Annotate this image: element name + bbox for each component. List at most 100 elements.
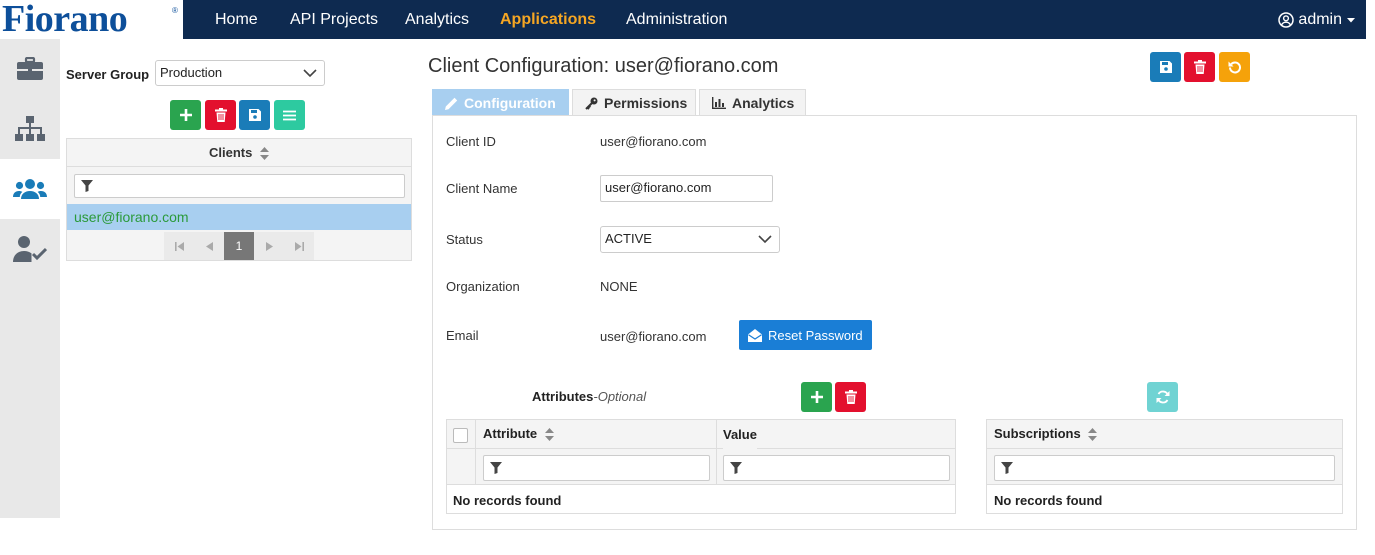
select-all-checkbox[interactable] — [453, 428, 468, 443]
trash-icon — [1193, 60, 1206, 74]
nav-analytics[interactable]: Analytics — [405, 0, 469, 39]
left-icon-sidebar — [0, 39, 60, 518]
sidebar-item-clients[interactable] — [0, 159, 60, 219]
attributes-empty-message: No records found — [453, 493, 562, 508]
client-name-input[interactable]: user@fiorano.com — [600, 175, 773, 202]
organization-label: Organization — [446, 279, 520, 294]
nav-api-projects[interactable]: API Projects — [290, 0, 378, 39]
logo-text: Fiorano — [2, 0, 128, 40]
sidebar-item-approvals[interactable] — [0, 219, 60, 279]
attributes-optional: -Optional — [593, 389, 647, 404]
server-group-value: Production — [160, 65, 223, 80]
status-label: Status — [446, 232, 483, 247]
subscriptions-column-header[interactable]: Subscriptions — [994, 420, 1098, 448]
clients-filter-input[interactable] — [74, 174, 405, 198]
chevron-down-icon — [303, 69, 317, 78]
plus-icon — [810, 391, 823, 403]
sidebar-item-projects[interactable] — [0, 39, 60, 99]
bar-chart-icon — [712, 97, 726, 109]
sort-icon — [544, 428, 554, 442]
save-icon — [248, 109, 261, 121]
subscriptions-empty-message: No records found — [994, 493, 1103, 508]
user-check-icon — [13, 236, 47, 262]
logo-registered-mark: ® — [172, 6, 178, 15]
subscriptions-grid: Subscriptions No records found — [986, 419, 1343, 514]
trash-icon — [844, 390, 857, 404]
save-client-button[interactable] — [239, 100, 270, 130]
fiorano-logo[interactable]: Fiorano ® — [0, 0, 183, 40]
tab-permissions-label: Permissions — [604, 94, 688, 111]
delete-config-button[interactable] — [1184, 52, 1215, 82]
attributes-title: Attributes-Optional — [532, 389, 646, 404]
nav-home[interactable]: Home — [215, 0, 258, 39]
last-page-icon — [294, 241, 304, 251]
prev-page-icon — [205, 241, 213, 251]
value-column-label: Value — [723, 427, 757, 442]
user-name: admin — [1298, 10, 1342, 28]
save-config-button[interactable] — [1150, 52, 1181, 82]
filter-icon — [730, 462, 742, 474]
client-name-value: user@fiorano.com — [605, 180, 712, 195]
client-id-value: user@fiorano.com — [600, 134, 707, 149]
save-icon — [1159, 61, 1172, 73]
undo-config-button[interactable] — [1219, 52, 1250, 82]
clients-header-label: Clients — [209, 145, 253, 160]
add-client-button[interactable] — [170, 100, 201, 130]
current-page[interactable]: 1 — [224, 232, 254, 260]
sitemap-icon — [15, 116, 45, 141]
clients-grid: Clients user@fiorano.com 1 — [66, 138, 412, 261]
attributes-title-text: Attributes — [532, 389, 594, 404]
next-page-button[interactable] — [254, 232, 284, 260]
envelope-open-icon — [748, 328, 762, 342]
sidebar-item-hierarchy[interactable] — [0, 99, 60, 159]
clients-column-header[interactable]: Clients — [67, 139, 411, 167]
last-page-button[interactable] — [284, 232, 314, 260]
chevron-down-icon — [758, 235, 772, 244]
server-group-label: Server Group — [66, 67, 150, 82]
users-icon — [13, 179, 47, 199]
attributes-grid: Attribute Value No records found — [446, 419, 956, 514]
caret-down-icon — [1347, 17, 1355, 22]
value-filter-input[interactable] — [723, 455, 950, 481]
subscriptions-filter-input[interactable] — [994, 455, 1335, 481]
tab-analytics[interactable]: Analytics — [699, 89, 806, 116]
client-id-label: Client ID — [446, 134, 496, 149]
refresh-subscriptions-button[interactable] — [1147, 382, 1178, 412]
col-divider — [716, 420, 717, 485]
top-navbar: Fiorano ® Home API Projects Analytics Ap… — [0, 0, 1366, 40]
nav-administration[interactable]: Administration — [626, 0, 727, 39]
first-page-icon — [174, 241, 184, 251]
col-divider — [475, 420, 476, 485]
tab-analytics-label: Analytics — [732, 94, 795, 111]
delete-client-button[interactable] — [205, 100, 236, 130]
reset-password-button[interactable]: Reset Password — [739, 320, 872, 350]
briefcase-icon — [17, 57, 43, 80]
refresh-icon — [1156, 390, 1169, 404]
filter-icon — [81, 180, 93, 192]
undo-icon — [1228, 61, 1241, 74]
next-page-icon — [265, 241, 273, 251]
add-attribute-button[interactable] — [801, 382, 832, 412]
server-group-select[interactable]: Production — [155, 60, 325, 86]
plus-icon — [179, 109, 192, 121]
user-menu[interactable]: admin — [1278, 0, 1356, 39]
client-row[interactable]: user@fiorano.com — [67, 204, 411, 230]
value-column-header[interactable]: Value — [723, 421, 757, 449]
email-label: Email — [446, 328, 479, 343]
status-select[interactable]: ACTIVE — [600, 226, 780, 253]
delete-attribute-button[interactable] — [835, 382, 866, 412]
attribute-column-header[interactable]: Attribute — [483, 420, 554, 448]
attribute-column-label: Attribute — [483, 426, 538, 441]
organization-value: NONE — [600, 279, 638, 294]
reset-password-label: Reset Password — [768, 327, 863, 343]
nav-applications[interactable]: Applications — [500, 0, 596, 39]
list-view-button[interactable] — [274, 100, 305, 130]
attribute-filter-input[interactable] — [483, 455, 710, 481]
first-page-button[interactable] — [164, 232, 194, 260]
tab-configuration[interactable]: Configuration — [432, 89, 569, 116]
tab-permissions[interactable]: Permissions — [572, 89, 696, 116]
sort-icon — [259, 147, 269, 161]
key-icon — [585, 97, 598, 110]
page-title: Client Configuration: user@fiorano.com — [428, 55, 779, 77]
prev-page-button[interactable] — [194, 232, 224, 260]
